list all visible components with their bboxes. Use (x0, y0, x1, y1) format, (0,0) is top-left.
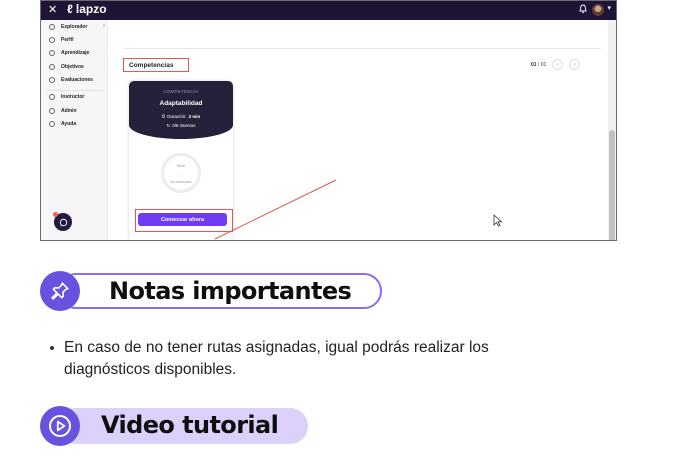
target-icon (49, 64, 55, 70)
admin-icon (49, 108, 55, 114)
sidebar-item-label: Evaluaciones (61, 77, 93, 83)
brand-name: lapzo (75, 2, 107, 16)
scrollbar-thumb[interactable] (609, 130, 615, 240)
level-gauge: Nivel --- No evaluado (161, 153, 201, 193)
sidebar-item-evaluaciones[interactable]: Evaluaciones (49, 75, 93, 85)
brand-logo: ℓ lapzo (67, 2, 107, 16)
app-screenshot: ✕ ℓ lapzo ▾ › Explorador Perfil Aprendiz… (40, 0, 617, 241)
pager-separator: / (537, 61, 540, 68)
main-content: Competencias 01 / 01 ‹ › COMPETENCIA Ada… (108, 20, 608, 240)
sidebar-item-perfil[interactable]: Perfil (49, 35, 74, 45)
play-icon (49, 415, 71, 437)
attempts-value: 0/6 intentos (172, 123, 196, 128)
card-attempts: ↻ 0/6 intentos (129, 123, 233, 129)
code-icon (49, 77, 55, 83)
sidebar-item-label: Explorador (61, 24, 88, 30)
sidebar-item-aprendizaje[interactable]: Aprendizaje (49, 48, 89, 58)
next-page-button[interactable]: › (569, 59, 581, 70)
pager-total: 01 (540, 61, 547, 68)
content-divider (123, 48, 601, 49)
sidebar-item-label: Instructor (61, 94, 85, 100)
list-item: En caso de no tener rutas asignadas, igu… (50, 337, 570, 381)
annotation-arrow (214, 179, 337, 240)
app-topbar: ✕ ℓ lapzo ▾ (41, 1, 616, 20)
scrollbar[interactable] (608, 20, 616, 240)
video-banner: Video tutorial (40, 406, 310, 446)
chat-icon (59, 218, 67, 226)
level-value: --- (179, 171, 183, 176)
book-icon (49, 50, 55, 56)
instructor-icon (49, 94, 55, 100)
sidebar-item-label: Objetivos (61, 64, 84, 70)
sidebar-item-instructor[interactable]: Instructor (49, 92, 84, 102)
section-title: Competencias (129, 61, 174, 69)
card-header: COMPETENCIA Adaptabilidad ⏲ Duración: 3 … (129, 81, 233, 139)
level-status: No evaluado (170, 180, 192, 184)
duration-label: Duración: (167, 114, 187, 119)
sidebar-item-explorador[interactable]: Explorador (49, 22, 87, 32)
collapse-sidebar-icon[interactable]: › (103, 23, 105, 29)
help-icon (49, 121, 55, 127)
sidebar-item-ayuda[interactable]: Ayuda (49, 119, 76, 129)
sidebar-item-admin[interactable]: Admin (49, 106, 77, 116)
duration-value: 3 min (188, 114, 201, 119)
chat-button[interactable] (53, 212, 72, 231)
sidebar-item-label: Aprendizaje (61, 50, 90, 56)
notification-dot (53, 212, 58, 217)
card-kicker: COMPETENCIA (163, 89, 199, 94)
video-title: Video tutorial (101, 411, 279, 439)
chevron-down-icon[interactable]: ▾ (607, 4, 611, 12)
search-icon (49, 24, 55, 30)
section-title-highlighted: Competencias (123, 58, 189, 72)
pin-icon (51, 282, 69, 300)
card-title: Adaptabilidad (159, 100, 203, 107)
pin-badge (40, 271, 80, 311)
sidebar: › Explorador Perfil Aprendizaje Objetivo… (41, 20, 108, 240)
refresh-icon: ↻ (166, 123, 171, 128)
notes-list: En caso de no tener rutas asignadas, igu… (50, 337, 570, 381)
sidebar-item-objetivos[interactable]: Objetivos (49, 62, 84, 72)
card-duration: ⏲ Duración: 3 min (129, 114, 233, 119)
pager: 01 / 01 ‹ › (531, 59, 581, 70)
close-icon[interactable]: ✕ (48, 3, 57, 16)
sidebar-item-label: Ayuda (61, 121, 77, 127)
mouse-cursor-icon (493, 214, 503, 227)
play-badge[interactable] (40, 406, 80, 446)
sidebar-item-label: Admin (61, 108, 77, 114)
prev-page-button[interactable]: ‹ (552, 59, 564, 70)
user-icon (49, 37, 55, 43)
notes-banner: Notas importantes (40, 271, 384, 311)
sidebar-divider (47, 90, 103, 91)
notes-title: Notas importantes (109, 277, 352, 305)
pager-current: 01 (531, 61, 537, 68)
sidebar-item-label: Perfil (61, 37, 74, 43)
clock-icon: ⏲ (161, 114, 166, 119)
level-label: Nivel (176, 164, 186, 168)
user-avatar[interactable] (592, 4, 604, 16)
bell-icon[interactable] (578, 4, 588, 14)
lapzo-mark-icon: ℓ (67, 2, 73, 16)
